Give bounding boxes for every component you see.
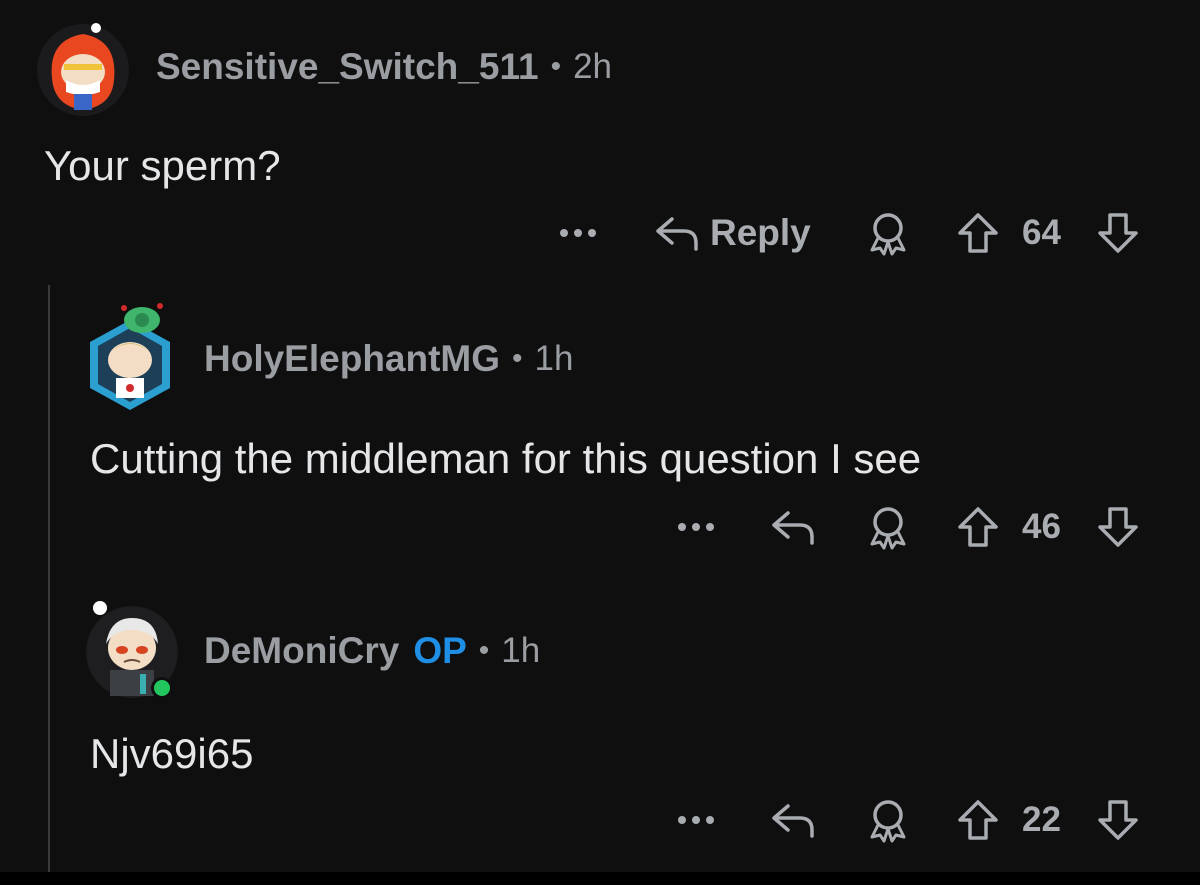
comment-actions: 46 <box>676 504 1140 550</box>
thread-line[interactable] <box>48 285 50 872</box>
vote-count: 46 <box>1022 507 1061 546</box>
comment-thread: Sensitive_Switch_511 • 2h Your sperm? Re… <box>0 0 1200 872</box>
reply-icon <box>772 511 814 545</box>
avatar[interactable] <box>80 298 180 410</box>
reply-button[interactable]: Reply <box>654 212 866 254</box>
username[interactable]: HolyElephantMG <box>204 338 500 380</box>
comment-body: Cutting the middleman for this question … <box>90 435 922 482</box>
avatar[interactable] <box>80 592 180 702</box>
upvote-icon <box>958 213 998 253</box>
downvote-button[interactable] <box>1096 505 1140 549</box>
award-button[interactable] <box>866 797 956 843</box>
reply-label: Reply <box>710 212 811 253</box>
separator-dot: • <box>512 342 523 375</box>
comment-body: Your sperm? <box>44 142 281 189</box>
upvote-button[interactable] <box>956 211 1022 255</box>
op-badge: OP <box>413 630 467 671</box>
award-icon <box>870 800 906 843</box>
downvote-icon <box>1098 507 1138 547</box>
reply-icon <box>656 217 698 251</box>
award-icon <box>870 507 906 550</box>
vote-count: 64 <box>1022 213 1061 252</box>
comment-header: Sensitive_Switch_511 • 2h <box>34 18 612 116</box>
comment-actions: 22 <box>676 797 1140 843</box>
reply-button[interactable] <box>770 507 866 547</box>
more-icon <box>678 523 714 531</box>
downvote-icon <box>1098 213 1138 253</box>
downvote-button[interactable] <box>1096 211 1140 255</box>
reply-button[interactable] <box>770 800 866 840</box>
separator-dot: • <box>550 50 562 83</box>
comment-header: HolyElephantMG • 1h <box>80 298 573 410</box>
separator-dot: • <box>478 634 490 667</box>
downvote-button[interactable] <box>1096 798 1140 842</box>
avatar[interactable] <box>34 18 132 116</box>
comment-actions: Reply 64 <box>558 210 1140 256</box>
award-icon <box>870 213 906 256</box>
username[interactable]: Sensitive_Switch_511 <box>156 46 539 88</box>
award-button[interactable] <box>866 504 956 550</box>
upvote-icon <box>958 800 998 840</box>
upvote-button[interactable] <box>956 798 1022 842</box>
comment-age: 2h <box>573 47 613 86</box>
comment-age: 1h <box>501 631 541 670</box>
downvote-icon <box>1098 800 1138 840</box>
upvote-button[interactable] <box>956 505 1022 549</box>
comment-age: 1h <box>534 339 574 378</box>
award-button[interactable] <box>866 210 956 256</box>
comment-header: DeMoniCry OP • 1h <box>80 592 540 702</box>
more-button[interactable] <box>558 227 654 239</box>
vote-count: 22 <box>1022 800 1061 839</box>
upvote-icon <box>958 507 998 547</box>
bottom-edge <box>0 872 1200 885</box>
more-icon <box>560 229 596 237</box>
more-button[interactable] <box>676 521 770 533</box>
more-button[interactable] <box>676 814 770 826</box>
username[interactable]: DeMoniCry <box>204 630 399 672</box>
reply-icon <box>772 804 814 838</box>
more-icon <box>678 816 714 824</box>
comment-body: Njv69i65 <box>90 730 254 777</box>
